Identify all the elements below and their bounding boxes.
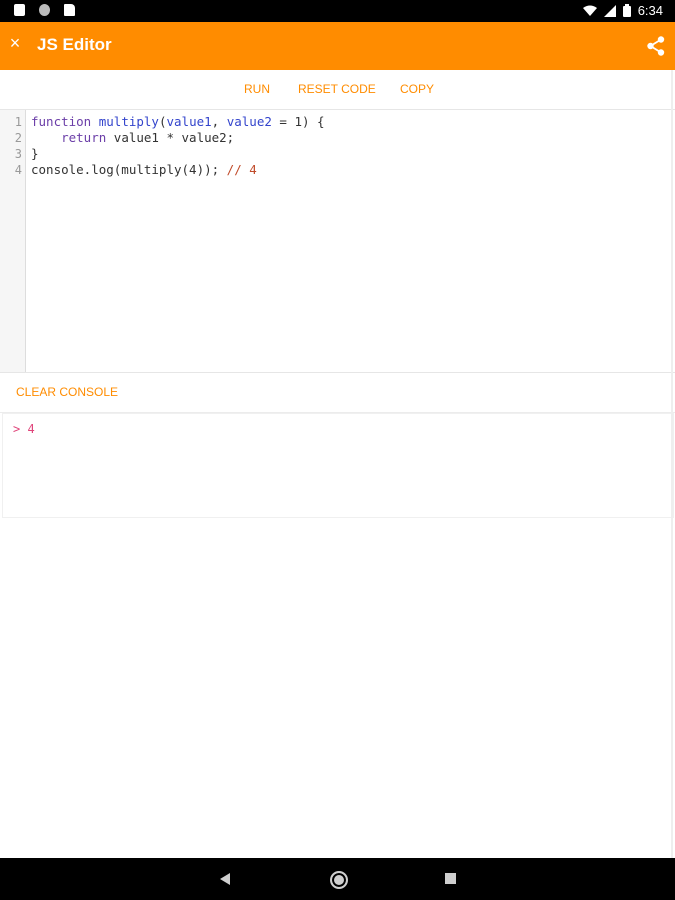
clear-console-button[interactable]: CLEAR CONSOLE — [16, 385, 118, 399]
clock: 6:34 — [637, 3, 663, 18]
line-gutter: 1 2 3 4 — [0, 110, 26, 372]
code-line[interactable]: console.log(multiply(4)); // 4 — [31, 162, 257, 177]
line-number: 3 — [14, 147, 22, 161]
home-icon[interactable] — [330, 871, 348, 889]
code-line[interactable]: return value1 * value2; — [31, 130, 234, 145]
status-bar: 6:34 — [0, 0, 675, 22]
editor-toolbar: RUN RESET CODE COPY — [0, 70, 675, 110]
console-line: > 4 — [13, 422, 35, 436]
wifi-icon — [582, 5, 597, 16]
scrollbar[interactable] — [671, 70, 673, 858]
copy-button[interactable]: COPY — [400, 82, 434, 96]
app-bar: × JS Editor — [0, 22, 675, 70]
notification-icon — [14, 4, 25, 16]
line-number: 2 — [14, 131, 22, 145]
battery-icon — [622, 4, 631, 17]
close-icon[interactable]: × — [7, 34, 23, 52]
sd-card-icon — [64, 4, 75, 16]
back-icon[interactable] — [220, 873, 230, 885]
share-icon[interactable] — [647, 36, 665, 56]
code-line[interactable]: } — [31, 146, 39, 161]
line-number: 1 — [14, 115, 22, 129]
system-status: 6:34 — [582, 3, 663, 18]
reset-code-button[interactable]: RESET CODE — [298, 82, 376, 96]
page-title: JS Editor — [37, 35, 112, 54]
console-toolbar: CLEAR CONSOLE — [0, 373, 675, 413]
signal-icon — [603, 4, 616, 17]
recent-apps-icon[interactable] — [445, 873, 456, 884]
run-button[interactable]: RUN — [244, 82, 270, 96]
code-line[interactable]: function multiply(value1, value2 = 1) { — [31, 114, 325, 129]
console-output: > 4 — [2, 413, 674, 518]
code-editor[interactable]: 1 2 3 4 function multiply(value1, value2… — [0, 110, 675, 373]
line-number: 4 — [14, 163, 22, 177]
sync-icon — [39, 4, 50, 16]
navigation-bar — [0, 858, 675, 900]
notification-icons — [14, 4, 75, 16]
